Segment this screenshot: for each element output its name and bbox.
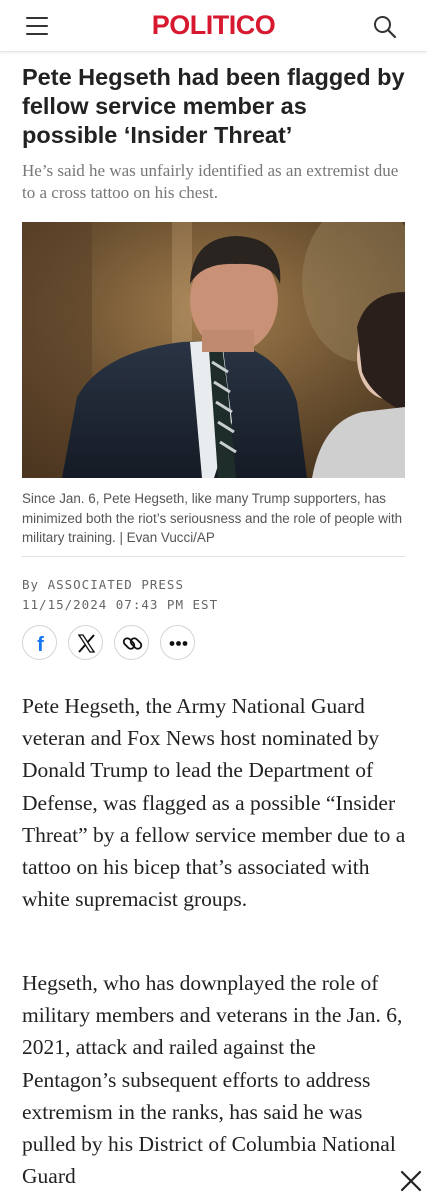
publish-timestamp: 11/15/2024 07:43 PM EST: [22, 597, 219, 612]
article-dek: He’s said he was unfairly identified as …: [22, 161, 399, 202]
top-nav-bar: POLITICO: [0, 0, 427, 52]
more-share-options-button[interactable]: [160, 625, 195, 660]
caption-divider: [22, 556, 405, 557]
copy-link-button[interactable]: [114, 625, 149, 660]
link-icon: [122, 637, 143, 650]
byline: By ASSOCIATED PRESS: [22, 577, 184, 592]
lead-photo: [22, 222, 405, 478]
svg-text:f: f: [37, 634, 44, 656]
article-headline: Pete Hegseth had been flagged by fellow …: [22, 64, 405, 148]
article-paragraph: Hegseth, who has downplayed the role of …: [22, 971, 403, 1189]
photo-caption: Since Jan. 6, Pete Hegseth, like many Tr…: [22, 491, 403, 545]
close-icon[interactable]: [398, 1168, 424, 1194]
search-icon[interactable]: [372, 14, 398, 40]
article-paragraph: Pete Hegseth, the Army National Guard ve…: [22, 694, 406, 912]
x-share-button[interactable]: [68, 625, 103, 660]
more-icon: [169, 641, 188, 646]
politico-logo[interactable]: POLITICO: [0, 10, 427, 41]
x-icon: [77, 634, 96, 653]
facebook-icon: f: [37, 634, 44, 656]
facebook-share-button[interactable]: f: [22, 625, 57, 660]
